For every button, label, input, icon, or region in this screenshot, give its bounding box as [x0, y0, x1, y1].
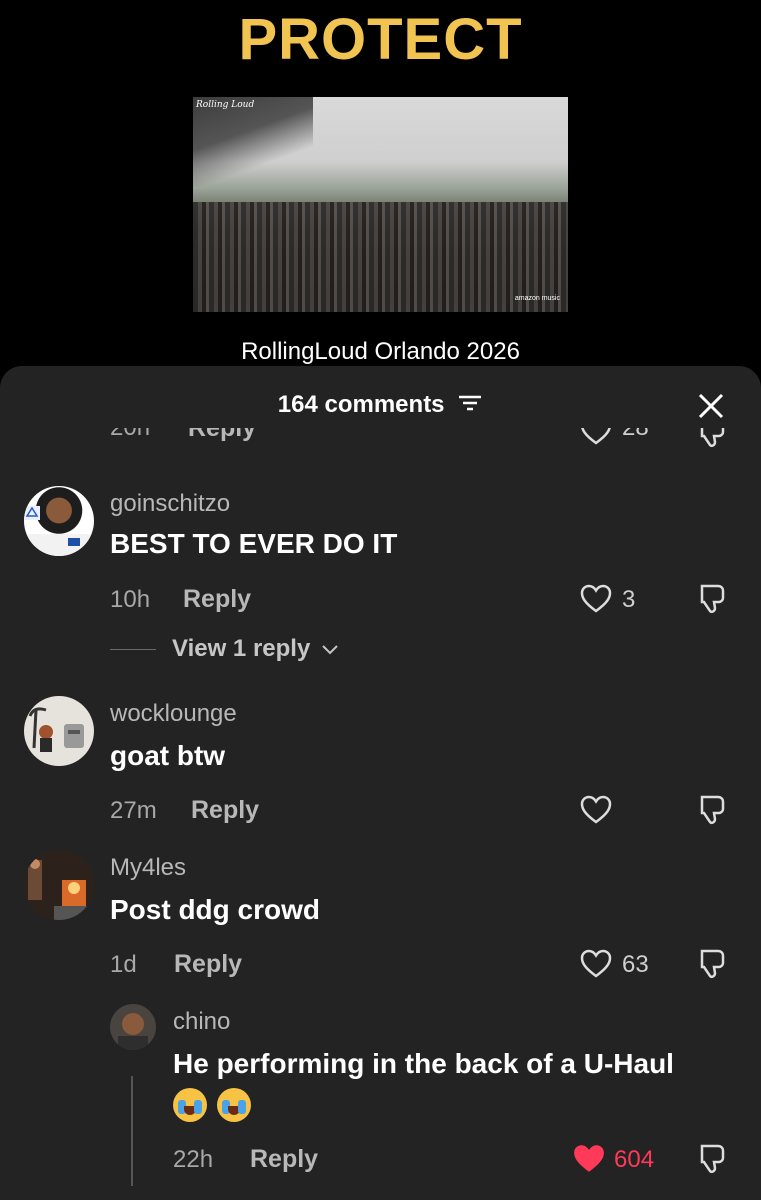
comment-text: He performing in the back of a U-Haul — [173, 1048, 674, 1079]
crying-emoji-icon — [217, 1088, 251, 1122]
comment-time: 20h — [110, 428, 150, 442]
comment-username[interactable]: chino — [173, 1008, 230, 1036]
like-count: 604 — [614, 1146, 655, 1173]
view-replies-label: View 1 reply — [172, 635, 311, 662]
like-count: 63 — [622, 951, 649, 978]
heart-icon[interactable] — [580, 584, 612, 619]
dislike-icon[interactable] — [694, 428, 728, 455]
heart-icon[interactable] — [580, 795, 612, 830]
partial-comment-row: 20h Reply 28 — [0, 428, 761, 458]
avatar[interactable] — [24, 696, 94, 766]
stage-canopy — [193, 97, 313, 187]
comment-text: goat btw — [110, 740, 226, 771]
comments-sheet: 164 comments 20h Reply 28 goinschitzo BE… — [0, 366, 761, 1200]
comment-time: 27m — [110, 797, 157, 824]
dislike-icon[interactable] — [694, 793, 728, 832]
sort-icon[interactable] — [457, 392, 483, 420]
comment-time: 1d — [110, 951, 137, 978]
chevron-down-icon — [322, 645, 338, 655]
crying-emoji-icon — [173, 1088, 207, 1122]
close-icon[interactable] — [695, 390, 727, 422]
view-replies-button[interactable]: View 1 reply — [172, 635, 339, 663]
comment-text: Post ddg crowd — [110, 894, 320, 925]
thread-line — [131, 1076, 133, 1186]
comment-text: BEST TO EVER DO IT — [110, 528, 398, 559]
video-thumbnail[interactable]: Rolling Loud amazon music — [193, 97, 568, 312]
comment-username[interactable]: wocklounge — [110, 700, 237, 728]
dislike-icon[interactable] — [694, 582, 728, 621]
like-count: 3 — [622, 586, 636, 613]
comment-username[interactable]: My4les — [110, 854, 186, 882]
reply-button[interactable]: Reply — [174, 950, 242, 979]
post-caption: RollingLoud Orlando 2026 — [241, 338, 520, 365]
comments-header: 164 comments — [0, 391, 761, 420]
crowd-image — [193, 202, 568, 312]
avatar[interactable] — [110, 1004, 156, 1050]
dislike-icon[interactable] — [694, 1142, 728, 1181]
amazon-music-logo: amazon music — [514, 295, 560, 302]
comment-time: 22h — [173, 1146, 214, 1173]
rolling-loud-logo: Rolling Loud — [196, 100, 255, 110]
reply-button[interactable]: Reply — [183, 585, 251, 614]
reply-button[interactable]: Reply — [191, 796, 259, 825]
heart-filled-icon[interactable] — [572, 1143, 606, 1180]
avatar[interactable] — [24, 850, 94, 920]
comment-time: 10h — [110, 586, 151, 613]
dislike-icon[interactable] — [694, 947, 728, 986]
avatar[interactable] — [24, 486, 94, 556]
comment-username[interactable]: goinschitzo — [110, 490, 230, 518]
comment-count: 164 comments — [277, 391, 445, 418]
crying-emoji-pair — [173, 1088, 261, 1122]
heart-icon[interactable] — [580, 428, 612, 451]
divider-line — [110, 649, 156, 650]
heart-icon[interactable] — [580, 949, 612, 984]
post-title: PROTECT — [238, 7, 523, 72]
reply-button[interactable]: Reply — [250, 1145, 318, 1174]
like-count: 28 — [622, 428, 649, 442]
reply-button[interactable]: Reply — [188, 428, 256, 443]
